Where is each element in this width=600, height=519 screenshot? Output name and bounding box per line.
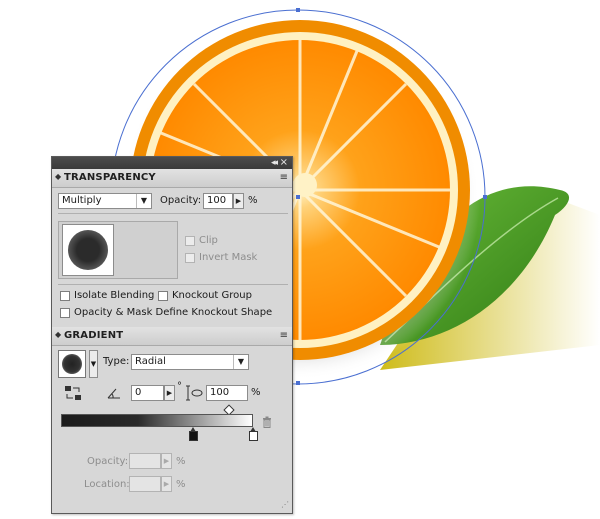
chevron-down-icon: ▼	[233, 355, 248, 369]
panel-titlebar[interactable]: ◂◂ ×	[52, 157, 292, 169]
isolate-blending-label: Isolate Blending	[74, 290, 155, 301]
panel-menu-icon[interactable]: ≡	[280, 172, 288, 183]
orange-core	[293, 173, 317, 197]
invert-mask-checkbox[interactable]	[185, 253, 195, 263]
angle-input[interactable]: 0	[131, 385, 164, 401]
aspect-ratio-input[interactable]: 100	[206, 385, 248, 401]
opacity-mask-knockout-checkbox[interactable]	[60, 308, 70, 318]
opacity-mask-knockout-label: Opacity & Mask Define Knockout Shape	[74, 307, 273, 318]
selection-anchor-right[interactable]	[483, 195, 487, 199]
blend-mode-value: Multiply	[62, 195, 102, 206]
gradient-swatch[interactable]	[58, 350, 86, 378]
aspect-ratio-value: 100	[210, 387, 230, 398]
degree-sign: °	[177, 381, 182, 392]
chevron-right-icon: ▶	[235, 197, 242, 205]
stop-opacity-input[interactable]	[129, 453, 161, 469]
tab-gradient-label: GRADIENT	[64, 330, 124, 341]
panel-menu-icon[interactable]: ≡	[280, 330, 288, 341]
trash-icon[interactable]	[262, 416, 272, 428]
stop-opacity-label: Opacity:	[87, 456, 129, 467]
tab-transparency-label: TRANSPARENCY	[64, 172, 156, 183]
chevron-right-icon: ▶	[166, 389, 173, 397]
gradient-swatch-preview	[62, 354, 82, 374]
gradient-stop-black[interactable]	[189, 427, 198, 441]
knockout-group-label: Knockout Group	[172, 290, 252, 301]
thumbnail-preview	[68, 230, 108, 270]
divider	[58, 284, 288, 285]
opacity-stepper[interactable]: ▶	[233, 193, 244, 209]
angle-icon	[107, 388, 120, 399]
angle-value: 0	[135, 387, 142, 398]
type-label: Type:	[103, 356, 130, 367]
clip-checkbox[interactable]	[185, 236, 195, 246]
stop-opacity-percent: %	[176, 456, 186, 467]
artwork-thumbnail[interactable]	[62, 224, 114, 276]
isolate-blending-checkbox[interactable]	[60, 291, 70, 301]
aspect-percent: %	[251, 387, 261, 398]
stop-location-percent: %	[176, 479, 186, 490]
tab-options-icon[interactable]: ◆	[55, 172, 61, 181]
close-icon[interactable]: ×	[280, 157, 288, 169]
aspect-ratio-icon	[186, 385, 203, 401]
gradient-type-select[interactable]: Radial ▼	[131, 354, 249, 370]
selection-anchor-top[interactable]	[296, 8, 300, 12]
opacity-input[interactable]: 100	[203, 193, 233, 209]
chevron-right-icon: ▶	[163, 457, 170, 465]
opacity-label: Opacity:	[160, 195, 202, 206]
stop-location-label: Location:	[84, 479, 130, 490]
tab-transparency[interactable]: ◆ TRANSPARENCY ≡	[52, 169, 292, 188]
invert-mask-label: Invert Mask	[199, 252, 258, 263]
selection-center[interactable]	[296, 195, 300, 199]
collapse-icon[interactable]: ◂◂	[271, 157, 278, 169]
blend-mode-select[interactable]: Multiply ▼	[58, 193, 152, 209]
divider	[58, 213, 288, 214]
stop-opacity-stepper[interactable]: ▶	[161, 453, 172, 469]
tab-gradient[interactable]: ◆ GRADIENT ≡	[52, 327, 292, 346]
gradient-slider[interactable]	[61, 414, 253, 427]
selection-anchor-bottom[interactable]	[296, 381, 300, 385]
stop-location-input[interactable]	[129, 476, 161, 492]
gradient-swatch-dropdown[interactable]: ▼	[89, 350, 98, 378]
reverse-gradient-icon[interactable]	[64, 385, 82, 401]
gradient-type-value: Radial	[135, 356, 166, 367]
opacity-value: 100	[207, 195, 227, 206]
stop-location-stepper[interactable]: ▶	[161, 476, 172, 492]
chevron-down-icon: ▼	[136, 194, 151, 208]
knockout-group-checkbox[interactable]	[158, 291, 168, 301]
angle-stepper[interactable]: ▶	[164, 385, 175, 401]
opacity-percent: %	[248, 195, 258, 206]
resize-grip-icon[interactable]: ⋰	[281, 500, 597, 516]
chevron-right-icon: ▶	[163, 480, 170, 488]
chevron-down-icon: ▼	[90, 360, 97, 368]
tab-options-icon[interactable]: ◆	[55, 330, 61, 339]
gradient-stop-white[interactable]	[249, 427, 258, 441]
clip-label: Clip	[199, 235, 218, 246]
